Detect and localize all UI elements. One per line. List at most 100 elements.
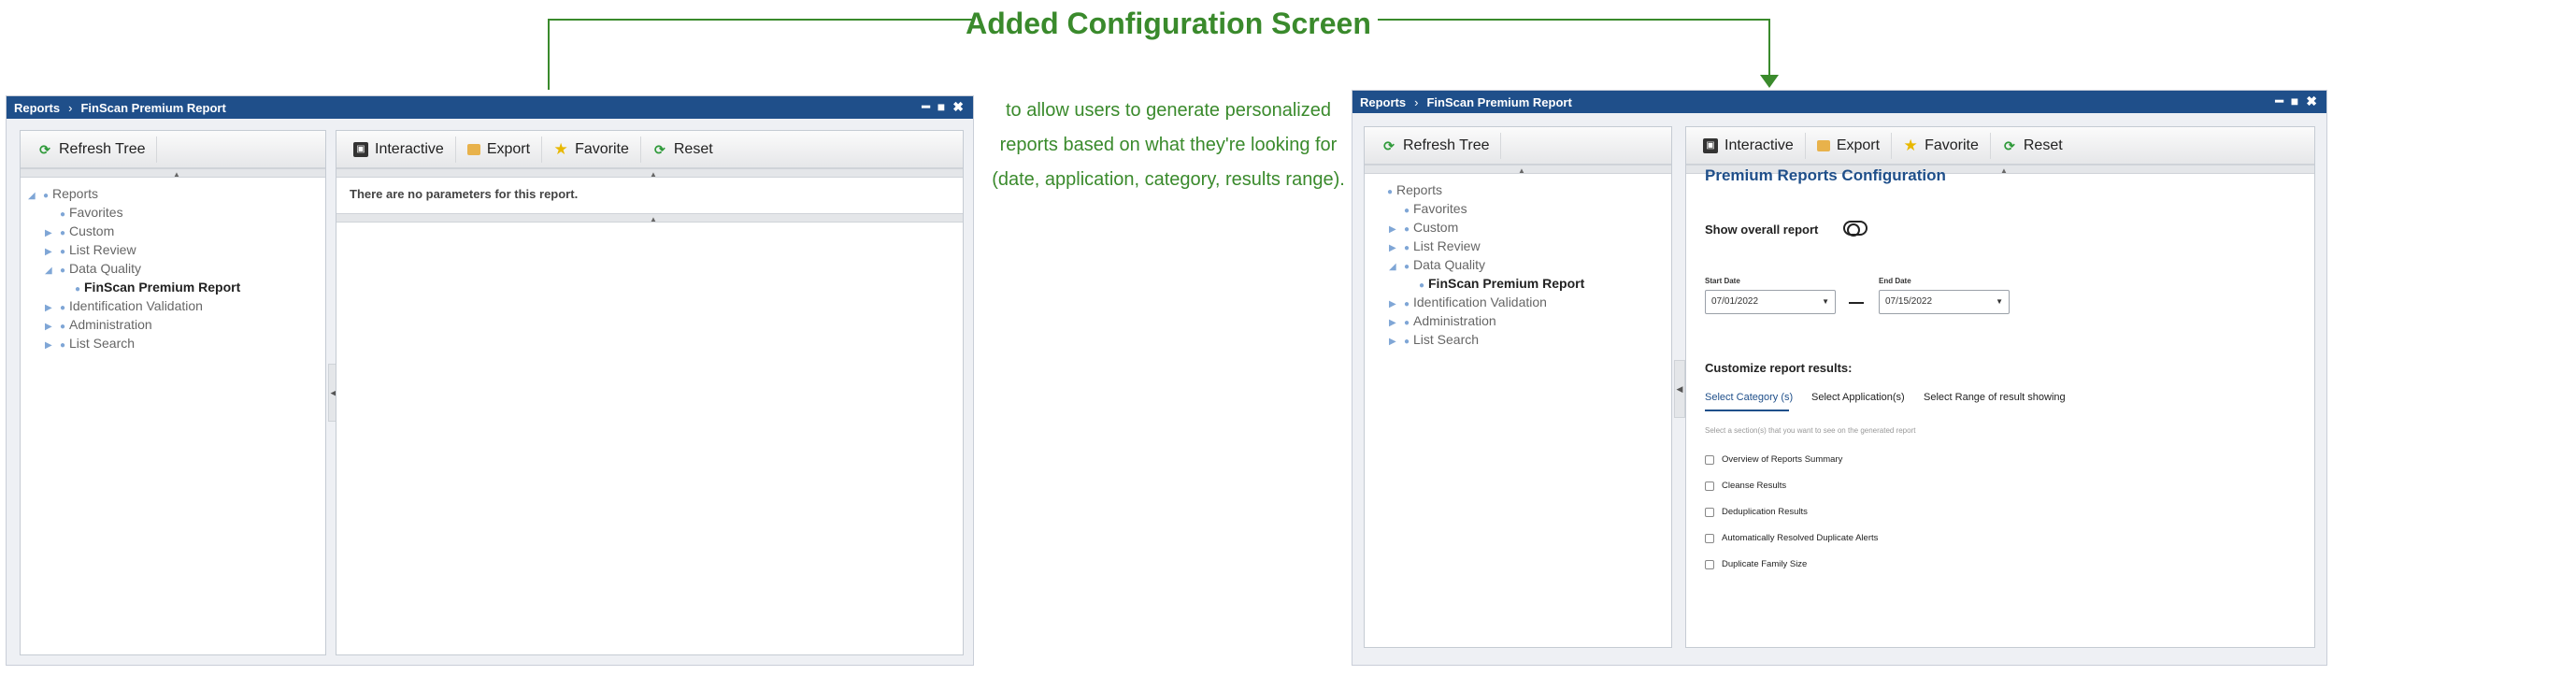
no-parameters-message: There are no parameters for this report. <box>350 187 579 201</box>
params-splitter-top[interactable]: ▲ <box>336 168 963 179</box>
close-icon[interactable]: ✖ <box>952 99 964 115</box>
end-date-select[interactable]: 07/15/2022 ▼ <box>1879 290 2010 314</box>
interactive-button[interactable]: ▣ Interactive <box>1692 132 1806 159</box>
checkbox-row[interactable]: Duplicate Family Size <box>1705 559 1807 569</box>
collapsed-icon[interactable]: ▶ <box>1389 222 1400 238</box>
refresh-tree-label: Refresh Tree <box>1403 137 1490 153</box>
node-icon: ● <box>59 340 66 351</box>
connector-line-right-vertical <box>1768 19 1770 77</box>
close-icon[interactable]: ✖ <box>2306 93 2317 109</box>
tab-select-category[interactable]: Select Category (s) <box>1705 392 1793 403</box>
show-overall-toggle[interactable] <box>1843 221 1868 237</box>
node-icon: ● <box>59 266 66 276</box>
reset-icon: ⟳ <box>2003 137 2015 153</box>
toggle-knob <box>1847 223 1860 237</box>
tree-node-reports[interactable]: ● Reports <box>1372 181 1442 198</box>
expanded-icon[interactable]: ◢ <box>45 263 56 280</box>
tree-node-list-search[interactable]: ▶ ● List Search <box>1389 331 1479 348</box>
refresh-tree-label: Refresh Tree <box>59 140 146 157</box>
checkbox-row[interactable]: Automatically Resolved Duplicate Alerts <box>1705 533 1878 543</box>
checkbox[interactable] <box>1705 507 1714 517</box>
tree-node-administration[interactable]: ▶ ● Administration <box>1389 312 1496 329</box>
favorite-button[interactable]: ★ Favorite <box>542 136 641 163</box>
window-controls: ━ ■ ✖ <box>922 99 964 115</box>
node-icon: ● <box>59 247 66 257</box>
tree-node-favorites[interactable]: ● Favorites <box>45 204 123 221</box>
tree-node-administration[interactable]: ▶ ● Administration <box>45 316 152 333</box>
checkbox[interactable] <box>1705 559 1714 569</box>
expanded-icon[interactable]: ◢ <box>28 188 39 205</box>
refresh-tree-button[interactable]: ⟳ Refresh Tree <box>1370 132 1502 159</box>
maximize-icon[interactable]: ■ <box>937 99 945 115</box>
connector-line-right-horizontal <box>1378 19 1770 21</box>
checkbox[interactable] <box>1705 454 1714 465</box>
end-date-label: End Date <box>1879 277 1911 285</box>
tree-node-custom[interactable]: ▶ ● Custom <box>45 223 114 239</box>
tree-node-identification-validation[interactable]: ▶ ● Identification Validation <box>1389 294 1547 310</box>
checkbox[interactable] <box>1705 481 1714 491</box>
report-main-panel: ▣ Interactive Export ★ Favorite ⟳ Reset ▲ P… <box>1685 126 2315 648</box>
export-button[interactable]: Export <box>456 136 543 163</box>
node-icon: ● <box>59 209 66 220</box>
tree-node-reports[interactable]: ◢ ● Reports <box>28 185 98 202</box>
breadcrumb-root[interactable]: Reports <box>1360 95 1406 109</box>
tree-node-data-quality[interactable]: ◢ ● Data Quality <box>45 260 141 277</box>
reset-button[interactable]: ⟳ Reset <box>1991 133 2074 159</box>
tree-node-finscan-premium-report[interactable]: ● FinScan Premium Report <box>1415 275 1584 292</box>
tree-node-list-search[interactable]: ▶ ● List Search <box>45 335 135 352</box>
start-date-label: Start Date <box>1705 277 1740 285</box>
expanded-icon[interactable]: ◢ <box>1389 259 1400 276</box>
date-range-dash <box>1849 302 1864 304</box>
start-date-select[interactable]: 07/01/2022 ▼ <box>1705 290 1836 314</box>
favorite-button[interactable]: ★ Favorite <box>1892 132 1991 159</box>
checkbox-row[interactable]: Overview of Reports Summary <box>1705 454 1842 465</box>
tree-node-list-review[interactable]: ▶ ● List Review <box>1389 237 1481 254</box>
tab-select-application[interactable]: Select Application(s) <box>1811 392 1905 403</box>
report-main-panel: ▣ Interactive Export ★ Favorite ⟳ Reset ▲ T… <box>336 130 964 655</box>
connector-line-left-horizontal <box>548 19 972 21</box>
tree-node-identification-validation[interactable]: ▶ ● Identification Validation <box>45 297 203 314</box>
config-title: Premium Reports Configuration <box>1705 166 1946 184</box>
tree-splitter[interactable]: ▲ <box>21 168 325 179</box>
checkbox-row[interactable]: Cleanse Results <box>1705 481 1786 491</box>
tree-node-list-review[interactable]: ▶ ● List Review <box>45 241 136 258</box>
collapse-sidebar-button[interactable]: ◀ <box>1674 360 1685 418</box>
report-toolbar: ▣ Interactive Export ★ Favorite ⟳ Reset <box>336 131 963 168</box>
collapsed-icon[interactable]: ▶ <box>45 225 56 242</box>
connector-line-left-vertical <box>548 19 550 90</box>
maximize-icon[interactable]: ■ <box>2291 93 2298 109</box>
tree-node-favorites[interactable]: ● Favorites <box>1389 200 1467 217</box>
breadcrumb-root[interactable]: Reports <box>14 101 60 115</box>
tree-splitter[interactable]: ▲ <box>1365 165 1671 175</box>
node-icon: ● <box>1403 337 1410 347</box>
collapsed-icon[interactable]: ▶ <box>45 319 56 336</box>
export-icon <box>466 143 480 155</box>
minimize-icon[interactable]: ━ <box>2275 93 2283 109</box>
checkbox[interactable] <box>1705 533 1714 543</box>
star-icon: ★ <box>1903 136 1918 154</box>
refresh-tree-button[interactable]: ⟳ Refresh Tree <box>26 136 158 163</box>
interactive-button[interactable]: ▣ Interactive <box>342 136 456 163</box>
collapsed-icon[interactable]: ▶ <box>1389 240 1400 257</box>
annotation-title: Added Configuration Screen <box>966 7 1371 40</box>
tab-select-range[interactable]: Select Range of result showing <box>1924 392 2066 403</box>
active-tab-indicator <box>1705 410 1789 411</box>
checkbox-row[interactable]: Deduplication Results <box>1705 507 1808 517</box>
minimize-icon[interactable]: ━ <box>922 99 929 115</box>
params-splitter-bottom[interactable]: ▲ <box>336 213 963 223</box>
collapsed-icon[interactable]: ▶ <box>1389 315 1400 332</box>
collapsed-icon[interactable]: ▶ <box>45 244 56 261</box>
tree-node-data-quality[interactable]: ◢ ● Data Quality <box>1389 256 1485 273</box>
collapsed-icon[interactable]: ▶ <box>45 300 56 317</box>
export-button[interactable]: Export <box>1806 132 1893 159</box>
node-icon: ● <box>1386 187 1394 197</box>
collapsed-icon[interactable]: ▶ <box>45 338 56 354</box>
tree-node-finscan-premium-report[interactable]: ● FinScan Premium Report <box>71 279 240 295</box>
tree-node-custom[interactable]: ▶ ● Custom <box>1389 219 1458 236</box>
refresh-icon: ⟳ <box>39 141 50 157</box>
collapsed-icon[interactable]: ▶ <box>1389 296 1400 313</box>
reset-button[interactable]: ⟳ Reset <box>641 137 724 163</box>
collapsed-icon[interactable]: ▶ <box>1389 334 1400 351</box>
arrow-down-icon <box>1760 75 1779 88</box>
node-icon: ● <box>1403 243 1410 253</box>
